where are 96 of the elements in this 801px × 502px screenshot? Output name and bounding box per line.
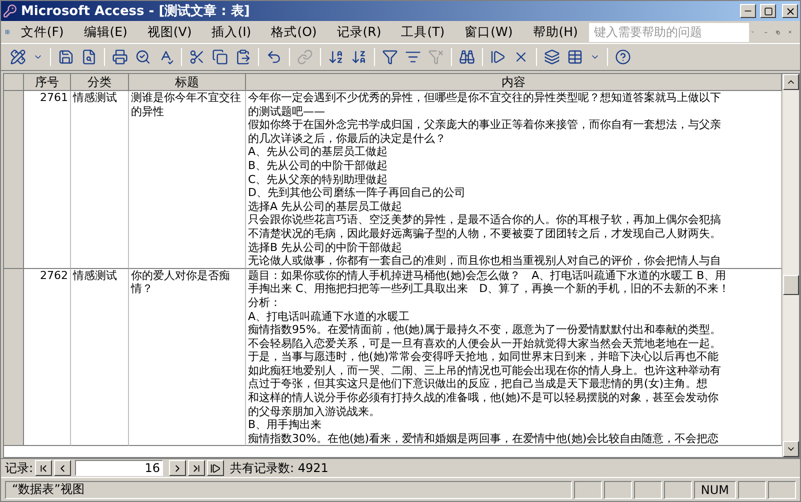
table-cell: 2761 <box>24 91 71 269</box>
menu-item[interactable]: 窗口(W) <box>456 22 522 42</box>
key-icon <box>3 4 17 18</box>
menu-item[interactable]: 帮助(H) <box>524 22 587 42</box>
menu-item[interactable]: 工具(T) <box>392 22 454 42</box>
corner-header[interactable] <box>4 74 24 91</box>
content-line: 点过于夸张，但其实这只是他们下意识做出的反应，把自己当成是天下最悲情的男(女)主角。想 <box>248 377 709 392</box>
content-line: 的父母亲朋加入游说战来。 <box>248 404 381 418</box>
last-record-button[interactable] <box>188 460 206 476</box>
num-lock-indicator: NUM <box>694 480 736 498</box>
next-record-button[interactable] <box>169 460 186 476</box>
last-icon <box>191 462 202 474</box>
save-icon[interactable] <box>58 49 74 65</box>
status-pane <box>604 480 632 498</box>
help-icon[interactable] <box>615 49 631 65</box>
content-line: 只会跟你说些花言巧语、空泛美梦的异性，是最不适合你的人。你的耳根子软，再加上偶尔会犯搞 <box>248 213 722 227</box>
column-header[interactable]: 标题 <box>129 74 246 91</box>
column-header[interactable]: 分类 <box>71 74 129 91</box>
content-line: 选择A 先从公司的基层员工做起 <box>248 200 404 214</box>
status-pane <box>768 480 796 498</box>
scroll-down-button[interactable] <box>783 441 799 457</box>
maximize-icon <box>764 6 772 16</box>
window-title: Microsoft Access - [测试文章 : 表] <box>21 2 251 20</box>
record-count: 共有记录数: 4921 <box>230 460 328 476</box>
cut-icon[interactable] <box>189 49 205 65</box>
status-text: “数据表”视图 <box>5 480 572 498</box>
menu-item[interactable]: 插入(I) <box>202 22 260 42</box>
content-line: A、先从公司的基层员工做起 <box>248 145 389 159</box>
menu-item[interactable]: 格式(O) <box>262 22 326 42</box>
close-button[interactable] <box>782 4 798 18</box>
column-header[interactable]: 序号 <box>24 74 71 91</box>
design-view-icon[interactable] <box>10 49 26 65</box>
content-line: 无论做人或做事，你都有一套自己的准则，而且你也相当重视别人对自己的评价，你会把情人与自 <box>248 254 722 268</box>
filter-form-icon[interactable] <box>405 49 421 65</box>
close-icon <box>784 6 796 16</box>
table-cell: 情感测试 <box>71 91 129 269</box>
record-label: 记录: <box>5 460 34 476</box>
content-line: B、先从公司的中阶干部做起 <box>248 158 389 173</box>
content-line: 选择B 先从公司的中阶干部做起 <box>248 240 404 254</box>
filter-icon[interactable] <box>382 49 398 65</box>
print-icon[interactable] <box>112 49 128 65</box>
previous-record-button[interactable] <box>54 460 72 476</box>
content-line: C、先从父亲的特别助理做起 <box>248 172 389 186</box>
copy-icon[interactable] <box>212 49 228 65</box>
new-record-button[interactable] <box>207 460 224 476</box>
binoculars-icon[interactable] <box>459 49 475 65</box>
menu-item[interactable]: 编辑(E) <box>74 22 136 42</box>
content-line: 手掏出来 C、用拖把扫把等一些列工具取出来 D、算了，再换一个新的手机，旧的不去新的不来！ <box>248 282 731 296</box>
paste-icon[interactable] <box>235 49 251 65</box>
content-line: B、用手掏出来 <box>248 418 323 432</box>
first-record-button[interactable] <box>35 460 52 476</box>
sort-ascending-icon[interactable] <box>328 49 344 65</box>
menu-item[interactable]: 文件(F) <box>12 22 73 42</box>
first-icon <box>38 462 50 474</box>
print-preview-icon[interactable] <box>135 49 151 65</box>
content-line: D、先到其他公司磨练一阵子再回自己的公司 <box>248 186 466 200</box>
status-pane <box>634 480 662 498</box>
table-cell: 情感测试 <box>71 268 129 446</box>
content-line: 痴情指数95%。在爱情面前，他(她)属于最持久不变，愿意为了一份爱情默默付出和奉献的类型。 <box>248 323 722 337</box>
record-number-field[interactable]: 16 <box>75 460 164 476</box>
content-line: 题目：如果你或你的情人手机掉进马桶他(她)会怎么做？ A、打电话叫疏通下水道的水暖工 B、用 <box>248 268 728 282</box>
row-selector[interactable] <box>4 91 24 269</box>
status-pane <box>574 480 602 498</box>
new-record-icon[interactable] <box>490 49 506 65</box>
scroll-up-button[interactable] <box>783 74 799 90</box>
menu-item[interactable]: 记录(R) <box>328 22 390 42</box>
sort-descending-icon[interactable] <box>351 49 367 65</box>
content-line: 今年你一定会遇到不少优秀的异性，但哪些是你不宜交往的异性类型呢？想知道答案就马上做以下 <box>248 91 722 105</box>
content-line: 假如你终于在国外念完书学成归国，父亲庞大的事业正等着你来接管，而你自有一套想法，与父亲 <box>248 118 722 132</box>
content-line: 和这样的情人说分手你必须有打持久战的准备哦，他(她)不是可以轻易摆脱的对象，甚至会发动你 <box>248 391 720 405</box>
content-line: 的几次详谈之后，你最后的决定是什么？ <box>248 132 447 146</box>
file-search-icon[interactable] <box>81 49 97 65</box>
maximize-button[interactable] <box>760 4 776 18</box>
new-record-icon <box>210 462 222 474</box>
content-line: 的测试题吧—— <box>248 104 326 118</box>
content-line: 不清楚状况的毛病，因此最好远离骗子型的人物，不要被耍了团团转之后，才发现自己人财两失。 <box>248 226 722 241</box>
scroll-thumb[interactable] <box>783 275 799 295</box>
table-cell: 2762 <box>24 268 71 446</box>
table-cell: 你的爱人对你是否痴情？ <box>129 268 246 446</box>
status-pane <box>738 480 766 498</box>
help-search-field[interactable]: 键入需要帮助的问题 <box>588 22 749 42</box>
status-pane <box>664 480 692 498</box>
minimize-button[interactable] <box>740 4 756 18</box>
column-header[interactable]: 内容 <box>246 74 782 91</box>
content-line: 如此痴狂地爱别人，而一哭、二闹、三上吊的情况也可能会出现在你的情人身上。也许这种举动有 <box>248 364 722 378</box>
content-line: 不会轻易陷入恋爱关系，可是一旦有喜欢的人便会从一开始就觉得大家当然会天荒地老地在一起。 <box>248 336 722 350</box>
scrollbar-track[interactable] <box>782 74 799 457</box>
content-line: 于是，当事与愿违时，他(她)常常会变得呼天抢地，如同世界末日到来，并暗下决心以后再也不能 <box>248 350 720 364</box>
menu-item[interactable]: 视图(V) <box>138 22 201 42</box>
content-line: 痴情指数30%。在他(她)看来，爱情和婚姻是两回事，在爱情中他(她)会比较自由随意，不会把恋 <box>248 432 720 446</box>
database-window-icon[interactable] <box>544 49 560 65</box>
table-cell: 测谁是你今年不宜交往的异性 <box>129 91 246 269</box>
content-line: A、打电话叫疏通下水道的水暖工 <box>248 310 411 324</box>
undo-icon[interactable] <box>266 49 282 65</box>
row-selector[interactable] <box>4 268 24 446</box>
content-line: 分析： <box>248 296 282 310</box>
